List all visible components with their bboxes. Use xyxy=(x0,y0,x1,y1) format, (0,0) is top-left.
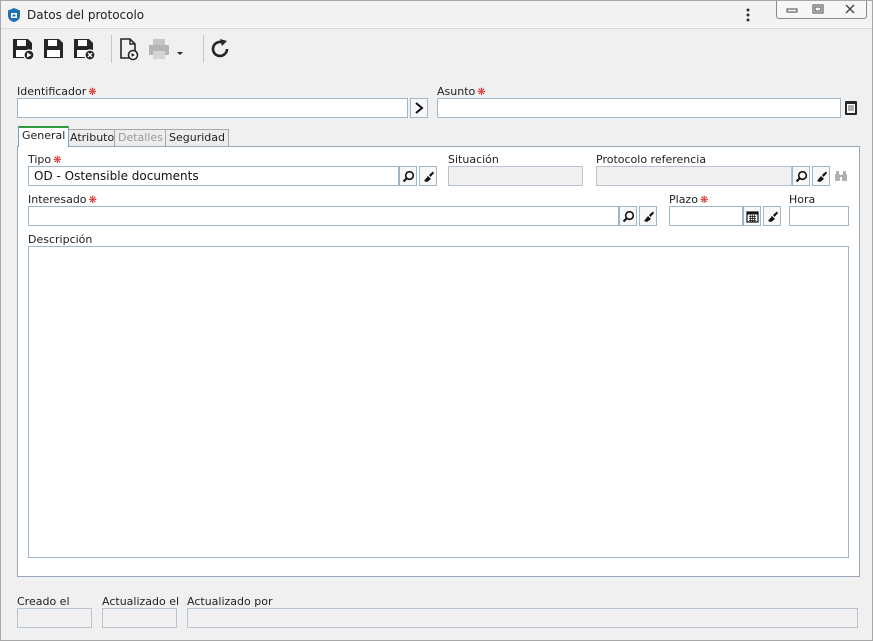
toolbar xyxy=(1,30,872,68)
new-document-icon[interactable] xyxy=(116,36,142,62)
interesado-search-button[interactable] xyxy=(619,206,637,226)
window-title: Datos del protocolo xyxy=(27,8,145,22)
interesado-field[interactable] xyxy=(28,206,619,226)
protocolo-view-button[interactable] xyxy=(832,166,850,186)
identificador-field[interactable] xyxy=(17,98,408,118)
descripcion-textarea[interactable] xyxy=(28,246,849,558)
plazo-calendar-button[interactable] xyxy=(743,206,761,226)
tab-general[interactable]: General xyxy=(18,126,70,147)
eraser-icon xyxy=(423,171,434,182)
refresh-icon[interactable] xyxy=(207,36,233,62)
tipo-search-button[interactable] xyxy=(399,166,417,186)
tab-seguridad[interactable]: Seguridad xyxy=(165,129,229,146)
tipo-clear-button[interactable] xyxy=(419,166,437,186)
eraser-icon xyxy=(643,211,654,222)
generate-identifier-button[interactable] xyxy=(410,98,428,118)
search-icon xyxy=(622,210,634,222)
title-bar: Datos del protocolo xyxy=(1,1,872,29)
print-icon[interactable] xyxy=(146,36,172,62)
identificador-label: Identificador ❋ xyxy=(17,85,97,98)
binoculars-icon xyxy=(835,170,847,181)
required-icon: ❋ xyxy=(477,87,486,98)
asunto-field[interactable] xyxy=(437,98,841,118)
eraser-icon xyxy=(767,211,778,222)
toolbar-separator xyxy=(203,35,204,63)
required-icon: ❋ xyxy=(88,87,97,98)
plazo-clear-button[interactable] xyxy=(763,206,781,226)
actualizado-el-label: Actualizado el xyxy=(102,595,180,608)
protocolo-referencia-field xyxy=(596,166,792,186)
creado-el-field xyxy=(17,608,92,628)
save-and-new-icon[interactable] xyxy=(10,36,36,62)
save-and-close-icon[interactable] xyxy=(71,36,97,62)
tipo-field[interactable]: OD - Ostensible documents xyxy=(28,166,399,186)
actualizado-por-label: Actualizado por xyxy=(187,595,273,608)
required-icon: ❋ xyxy=(699,195,709,206)
chevron-right-icon xyxy=(415,102,424,114)
plazo-label: Plazo ❋ xyxy=(669,193,709,206)
interesado-label: Interesado ❋ xyxy=(28,193,97,206)
tab-detalles[interactable]: Detalles xyxy=(114,129,167,146)
close-icon[interactable] xyxy=(837,2,863,17)
window-controls xyxy=(776,1,867,19)
restore-icon[interactable] xyxy=(805,2,831,17)
situacion-field xyxy=(448,166,583,186)
protocolo-clear-button[interactable] xyxy=(812,166,830,186)
save-icon[interactable] xyxy=(41,36,67,62)
eraser-icon xyxy=(816,171,827,182)
required-icon: ❋ xyxy=(88,195,97,206)
hora-field[interactable] xyxy=(789,206,849,226)
dropdown-arrow-icon[interactable] xyxy=(173,36,187,62)
kebab-menu-icon[interactable] xyxy=(743,7,753,23)
subject-picker-button[interactable] xyxy=(842,98,860,118)
descripcion-label: Descripción xyxy=(28,233,93,246)
calendar-icon xyxy=(745,210,759,223)
tipo-label: Tipo ❋ xyxy=(28,153,62,166)
plazo-field[interactable] xyxy=(669,206,743,226)
search-icon xyxy=(402,170,414,182)
required-icon: ❋ xyxy=(53,155,62,166)
actualizado-el-field xyxy=(102,608,177,628)
actualizado-por-field xyxy=(187,608,858,628)
search-icon xyxy=(795,170,807,182)
protocolo-referencia-label: Protocolo referencia xyxy=(596,153,707,166)
asunto-label: Asunto ❋ xyxy=(437,85,486,98)
app-logo-icon xyxy=(8,8,20,22)
general-tab-panel: Tipo ❋ OD - Ostensible documents Situació… xyxy=(17,146,860,577)
interesado-clear-button[interactable] xyxy=(639,206,657,226)
tab-atributo[interactable]: Atributo xyxy=(66,129,119,146)
protocolo-search-button[interactable] xyxy=(792,166,810,186)
situacion-label: Situación xyxy=(448,153,499,166)
protocol-data-window: Datos del protocolo Identificador ❋ Asun… xyxy=(0,0,873,641)
toolbar-separator xyxy=(111,35,112,63)
minimize-icon[interactable] xyxy=(779,2,805,17)
notebook-icon xyxy=(845,101,857,115)
creado-el-label: Creado el xyxy=(17,595,70,608)
hora-label: Hora xyxy=(789,193,816,206)
